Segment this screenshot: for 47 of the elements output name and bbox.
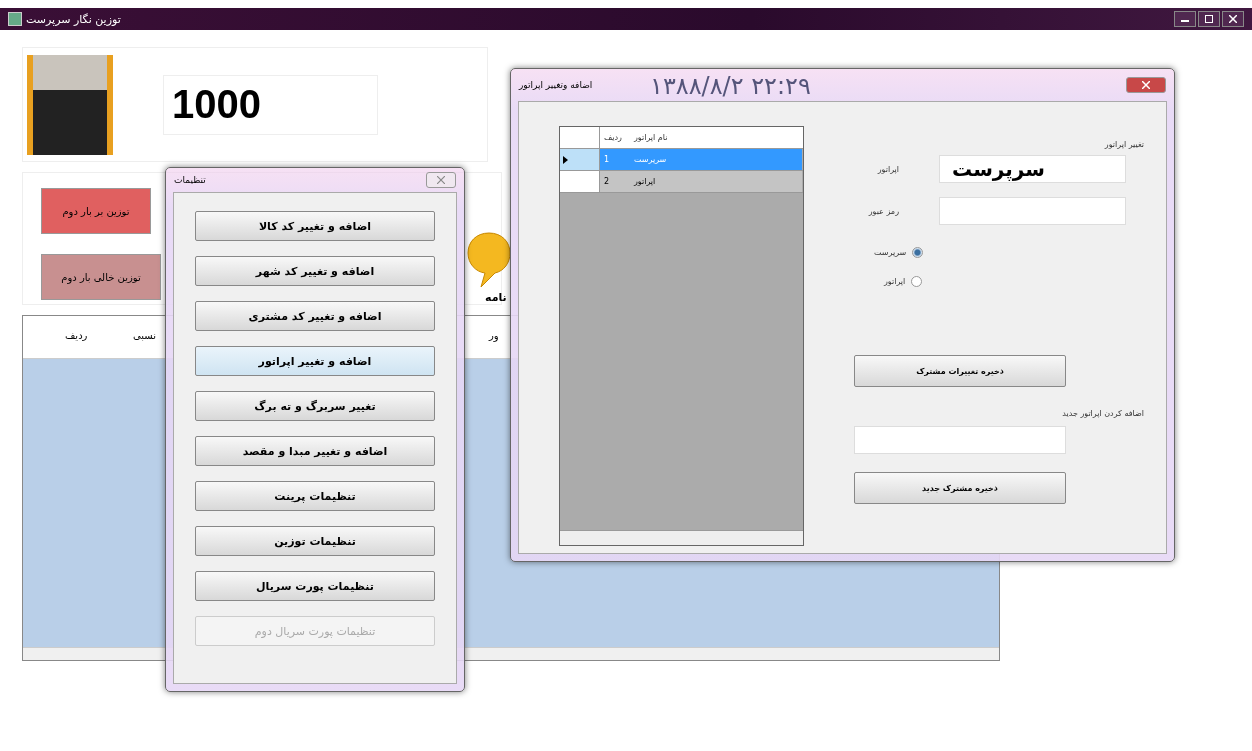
window-title: توزین نگار سرپرست	[26, 12, 121, 26]
minimize-button[interactable]	[1174, 11, 1196, 27]
row-header[interactable]	[560, 149, 600, 170]
maximize-button[interactable]	[1198, 11, 1220, 27]
settings-button[interactable]: تنظیمات پورت سریال	[195, 571, 435, 601]
settings-button[interactable]: اضافه و تغییر کد مشتری	[195, 301, 435, 331]
password-field[interactable]	[939, 197, 1126, 225]
new-operator-field[interactable]	[854, 426, 1066, 454]
field-label: اپراتور	[876, 164, 899, 174]
column-header: ردیف	[65, 330, 88, 341]
settings-button[interactable]: تنظیمات پرینت	[195, 481, 435, 511]
settings-button[interactable]: اضافه و تغییر مبدا و مقصد	[195, 436, 435, 466]
speech-bubble-icon[interactable]	[466, 231, 512, 289]
close-icon	[437, 176, 445, 184]
close-icon	[1229, 15, 1237, 23]
settings-button[interactable]: اضافه و تغییر کد شهر	[195, 256, 435, 286]
weight-value: 1000	[172, 82, 261, 127]
dialog-title: تنظیمات	[174, 175, 206, 185]
maximize-icon	[1205, 15, 1213, 23]
horizontal-scrollbar[interactable]	[560, 530, 803, 545]
dialog-title: اضافه وتغییر اپراتور	[519, 80, 593, 90]
date-time: ۱۳۸۸/۸/۲ ۲۲:۲۹	[650, 72, 811, 100]
app-icon	[8, 12, 22, 26]
action-button[interactable]: توزین خالی بار دوم	[41, 254, 161, 300]
settings-button[interactable]: اضافه و تغییر کد کالا	[195, 211, 435, 241]
column-header: ور	[489, 330, 499, 341]
table-cell[interactable]: اپراتور	[630, 171, 802, 192]
close-icon	[1142, 81, 1150, 89]
radio-label: اپراتور	[884, 277, 906, 286]
row-pointer-icon	[563, 155, 568, 164]
settings-button[interactable]: تغییر سربرگ و ته برگ	[195, 391, 435, 421]
column-header: نسبی	[133, 330, 157, 341]
save-new-button[interactable]: ذخیره مشترک جدید	[854, 472, 1066, 504]
action-button[interactable]: توزین بر بار دوم	[41, 188, 151, 234]
settings-button[interactable]: تنظیمات توزین	[195, 526, 435, 556]
settings-button[interactable]: اضافه و تغییر اپراتور	[195, 346, 435, 376]
save-changes-button[interactable]: ذخیره تغییرات مشترک	[854, 355, 1066, 387]
field-label: اضافه کردن اپراتور جدید	[1061, 409, 1144, 418]
field-label: رمز عبور	[867, 206, 899, 216]
radio-button[interactable]	[911, 276, 923, 287]
radio-button[interactable]	[912, 247, 924, 258]
radio-label: سرپرست	[874, 248, 907, 257]
operator-field[interactable]: سرپرست	[939, 155, 1126, 183]
close-button[interactable]	[1222, 11, 1244, 27]
group-label: تغییر اپراتور	[1103, 140, 1144, 149]
message-label[interactable]: نامه	[485, 291, 507, 304]
table-cell[interactable]: 2	[600, 171, 630, 192]
